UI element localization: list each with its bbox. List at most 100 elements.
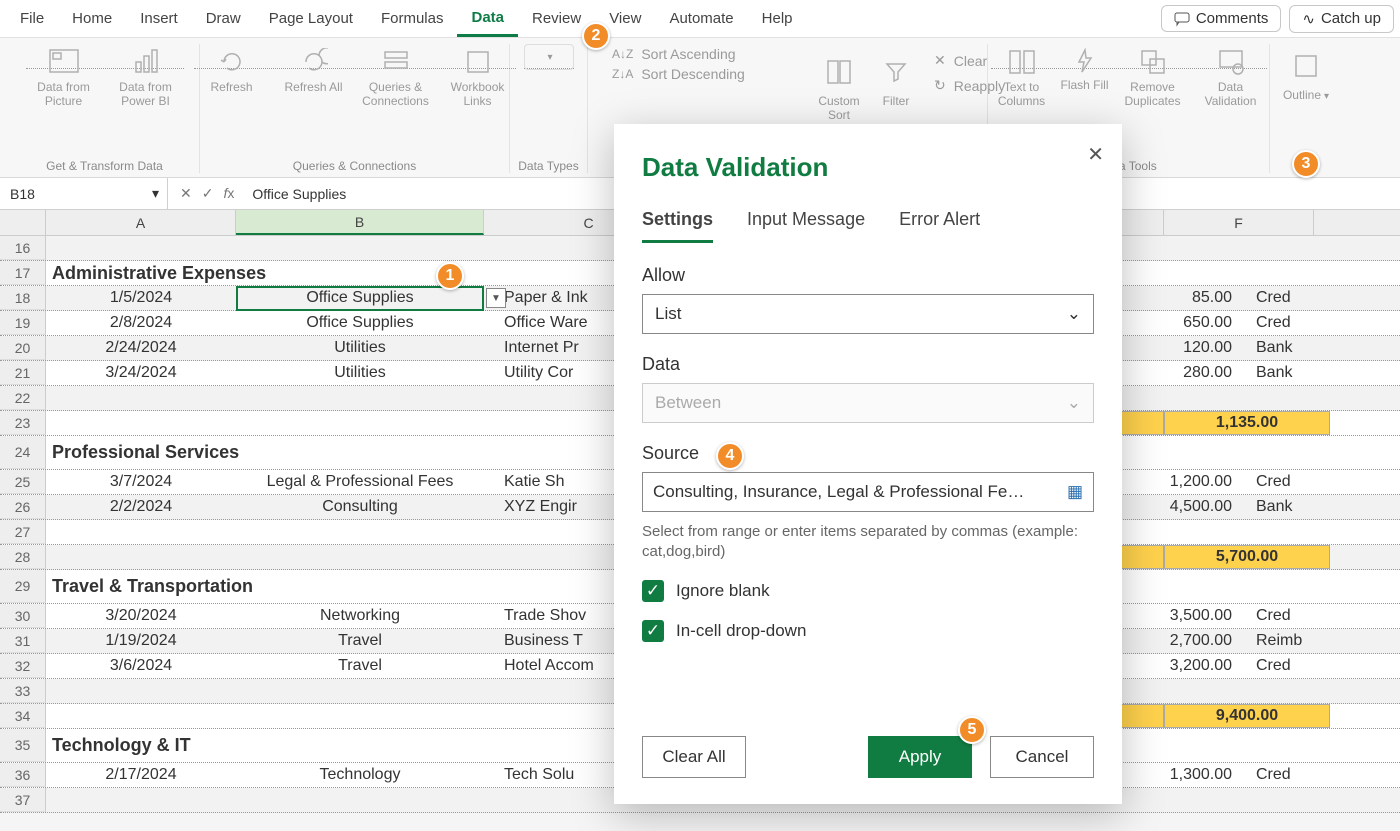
menu-automate[interactable]: Automate: [655, 0, 747, 37]
cell[interactable]: [236, 386, 484, 410]
workbook-links-button[interactable]: Workbook Links: [440, 44, 516, 68]
row-header[interactable]: 24: [0, 436, 46, 469]
cell[interactable]: 3/24/2024: [46, 361, 236, 385]
queries-connections-button[interactable]: Queries & Connections: [358, 44, 434, 68]
cell[interactable]: Bank: [1250, 336, 1400, 360]
data-validation-button[interactable]: Data Validation: [1195, 44, 1267, 68]
menu-home[interactable]: Home: [58, 0, 126, 37]
sort-ascending-button[interactable]: A↓Z Sort Ascending: [606, 44, 742, 64]
cell[interactable]: 3/7/2024: [46, 470, 236, 494]
incell-dropdown-checkbox[interactable]: ✓ In-cell drop-down: [642, 620, 1094, 642]
cell[interactable]: 1,200.00: [1124, 470, 1250, 494]
menu-help[interactable]: Help: [748, 0, 807, 37]
row-header[interactable]: 16: [0, 236, 46, 260]
row-header[interactable]: 36: [0, 763, 46, 787]
cell[interactable]: Cred: [1250, 654, 1400, 678]
cell[interactable]: [236, 236, 484, 260]
cell[interactable]: [1250, 386, 1400, 410]
cell[interactable]: [1124, 679, 1250, 703]
range-picker-icon[interactable]: ▦: [1067, 482, 1083, 502]
cell[interactable]: Bank: [1250, 495, 1400, 519]
cell[interactable]: [1250, 236, 1400, 260]
menu-file[interactable]: File: [6, 0, 58, 37]
cancel-button[interactable]: Cancel: [990, 736, 1094, 778]
col-header-a[interactable]: A: [46, 210, 236, 235]
remove-duplicates-button[interactable]: Remove Duplicates: [1117, 44, 1189, 68]
cell[interactable]: [236, 679, 484, 703]
clear-button[interactable]: ✕Clear: [928, 50, 1011, 71]
cell[interactable]: 1/5/2024: [46, 286, 236, 310]
row-header[interactable]: 34: [0, 704, 46, 728]
cell[interactable]: 3/20/2024: [46, 604, 236, 628]
cell[interactable]: Legal & Professional Fees: [236, 470, 484, 494]
cell[interactable]: [46, 679, 236, 703]
row-header[interactable]: 20: [0, 336, 46, 360]
cell[interactable]: 85.00: [1124, 286, 1250, 310]
row-header[interactable]: 22: [0, 386, 46, 410]
cell[interactable]: [1124, 788, 1250, 812]
tab-input-message[interactable]: Input Message: [747, 209, 865, 243]
row-header[interactable]: 29: [0, 570, 46, 603]
menu-data[interactable]: Data: [457, 0, 518, 37]
data-from-picture-button[interactable]: Data from Picture: [26, 44, 102, 68]
cell[interactable]: [1124, 386, 1250, 410]
cell[interactable]: Cred: [1250, 311, 1400, 335]
fx-icon[interactable]: fx: [223, 185, 234, 202]
row-header[interactable]: 25: [0, 470, 46, 494]
catchup-button[interactable]: ∿ Catch up: [1289, 5, 1394, 33]
menu-draw[interactable]: Draw: [192, 0, 255, 37]
cell[interactable]: 280.00: [1124, 361, 1250, 385]
cell[interactable]: [1250, 679, 1400, 703]
cell[interactable]: [236, 788, 484, 812]
cell[interactable]: Office Supplies: [236, 311, 484, 335]
cell[interactable]: [46, 386, 236, 410]
tab-error-alert[interactable]: Error Alert: [899, 209, 980, 243]
comments-button[interactable]: Comments: [1161, 5, 1282, 32]
row-header[interactable]: 37: [0, 788, 46, 812]
row-header[interactable]: 35: [0, 729, 46, 762]
ignore-blank-checkbox[interactable]: ✓ Ignore blank: [642, 580, 1094, 602]
cell[interactable]: 2,700.00: [1124, 629, 1250, 653]
row-header[interactable]: 30: [0, 604, 46, 628]
row-header[interactable]: 21: [0, 361, 46, 385]
cell[interactable]: 3/6/2024: [46, 654, 236, 678]
cancel-formula-icon[interactable]: ✕: [180, 185, 192, 202]
cell[interactable]: 1/19/2024: [46, 629, 236, 653]
row-header[interactable]: 31: [0, 629, 46, 653]
cell[interactable]: 3,500.00: [1124, 604, 1250, 628]
menu-formulas[interactable]: Formulas: [367, 0, 458, 37]
row-header[interactable]: 18: [0, 286, 46, 310]
cell[interactable]: Reimb: [1250, 629, 1400, 653]
cell[interactable]: 3,200.00: [1124, 654, 1250, 678]
cell[interactable]: [236, 520, 484, 544]
col-header-f[interactable]: F: [1164, 210, 1314, 235]
cell[interactable]: Bank: [1250, 361, 1400, 385]
outline-button[interactable]: Outline: [1268, 44, 1344, 108]
custom-sort-button[interactable]: Custom Sort: [810, 50, 868, 126]
menu-page-layout[interactable]: Page Layout: [255, 0, 367, 37]
row-header[interactable]: 17: [0, 261, 46, 285]
cell[interactable]: 120.00: [1124, 336, 1250, 360]
cell[interactable]: Utilities: [236, 361, 484, 385]
cell[interactable]: 1,300.00: [1124, 763, 1250, 787]
refresh-button[interactable]: Refresh: [194, 44, 270, 68]
flash-fill-button[interactable]: Flash Fill: [1059, 44, 1111, 68]
cell[interactable]: Cred: [1250, 286, 1400, 310]
filter-button[interactable]: Filter: [872, 50, 920, 126]
col-header-b[interactable]: B: [236, 210, 484, 235]
cell[interactable]: [1250, 520, 1400, 544]
row-header[interactable]: 26: [0, 495, 46, 519]
row-header[interactable]: 19: [0, 311, 46, 335]
cell[interactable]: Technology: [236, 763, 484, 787]
cell[interactable]: Utilities: [236, 336, 484, 360]
name-box[interactable]: B18 ▾: [0, 178, 168, 209]
cell[interactable]: Cred: [1250, 604, 1400, 628]
cell[interactable]: Consulting: [236, 495, 484, 519]
data-types-gallery[interactable]: [524, 44, 574, 70]
row-header[interactable]: 28: [0, 545, 46, 569]
cell[interactable]: [1124, 236, 1250, 260]
cell[interactable]: [46, 520, 236, 544]
close-icon[interactable]: ✕: [1087, 142, 1104, 167]
accept-formula-icon[interactable]: ✓: [202, 185, 214, 202]
cell[interactable]: 4,500.00: [1124, 495, 1250, 519]
